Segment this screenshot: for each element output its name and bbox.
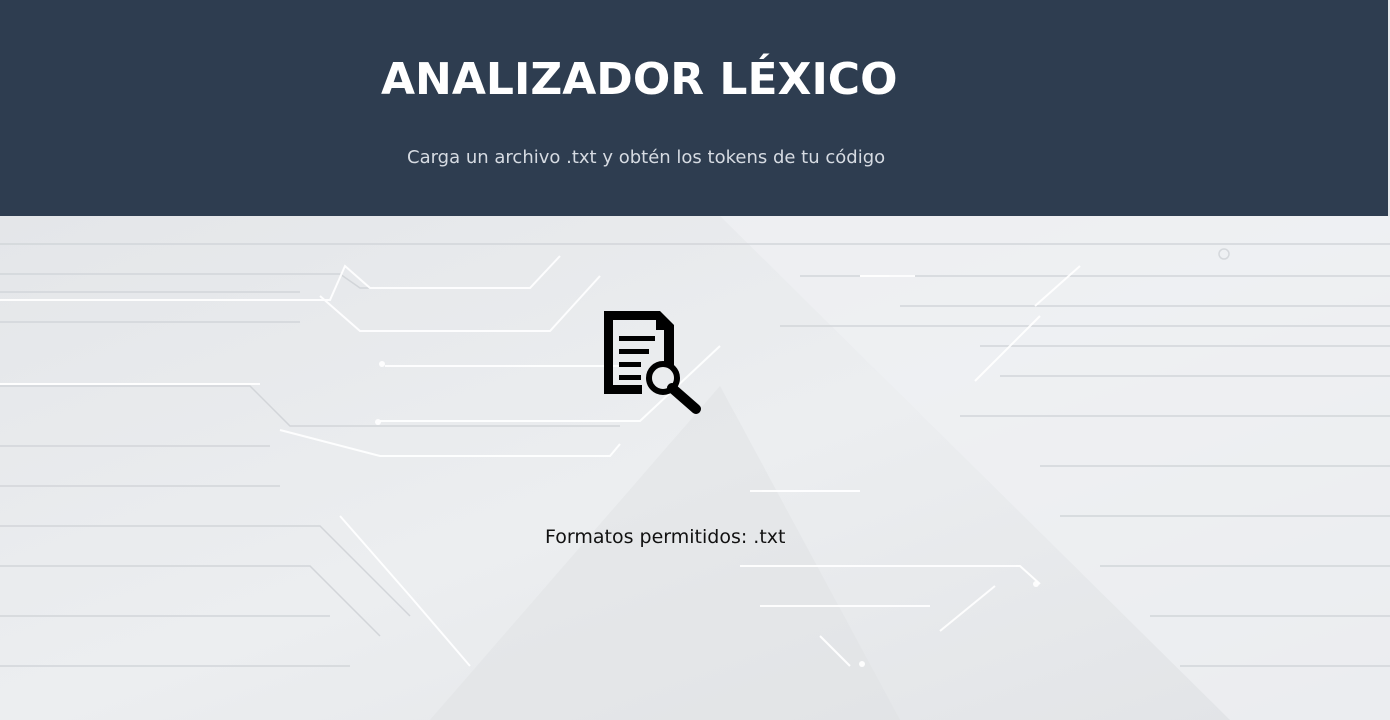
page-subtitle: Carga un archivo .txt y obtén los tokens… <box>407 147 886 168</box>
page: ANALIZADOR LÉXICO Carga un archivo .txt … <box>0 0 1390 720</box>
upload-area: Formatos permitidos: .txt <box>0 216 1390 720</box>
document-search-icon-graphic <box>604 311 701 414</box>
page-title: ANALIZADOR LÉXICO <box>381 54 898 105</box>
document-search-icon[interactable] <box>600 308 704 414</box>
allowed-formats-text: Formatos permitidos: .txt <box>545 526 786 548</box>
app-header: ANALIZADOR LÉXICO Carga un archivo .txt … <box>0 0 1388 216</box>
